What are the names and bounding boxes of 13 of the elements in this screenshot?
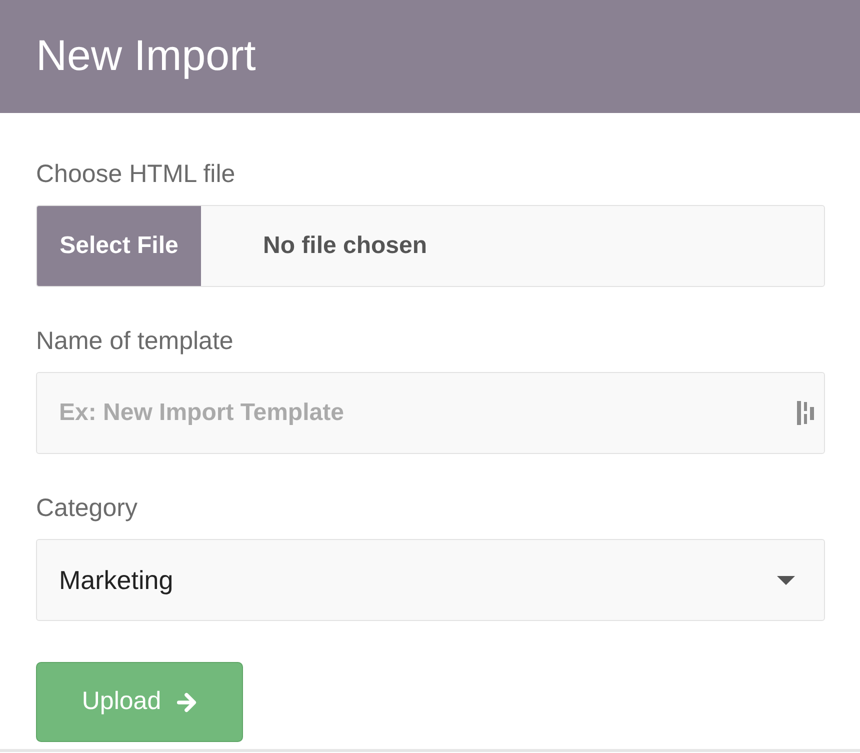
arrow-right-icon [176,692,198,712]
caret-down-icon [777,576,795,584]
file-input-field[interactable]: Select File No file chosen [36,205,825,287]
split-bars-icon[interactable] [797,401,817,425]
category-select[interactable]: Marketing [36,539,825,621]
template-name-field[interactable]: Ex: New Import Template [36,372,825,454]
field-label: Choose HTML file [36,160,236,188]
field-label: Category [36,494,138,522]
field-label: Name of template [36,327,234,355]
page-title: New Import [36,35,256,78]
select-file-button[interactable]: Select File [37,206,201,286]
selected-value: Marketing [59,564,174,596]
file-status-text: No file chosen [263,231,428,261]
